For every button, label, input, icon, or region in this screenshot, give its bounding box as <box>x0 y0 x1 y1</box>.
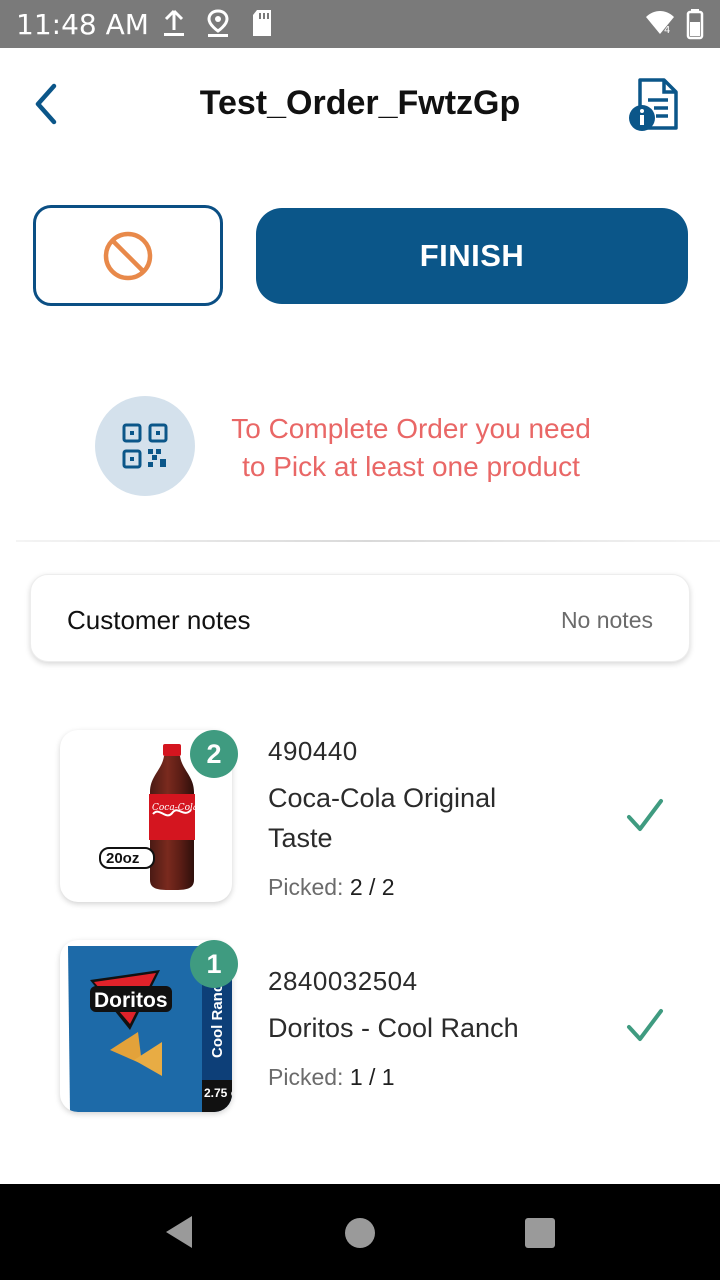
svg-text:Coca-Cola: Coca-Cola <box>152 803 198 813</box>
cancel-order-button[interactable] <box>33 205 223 306</box>
product-name-line-1: Coca-Cola Original <box>268 783 497 813</box>
nav-back-icon[interactable] <box>162 1214 194 1250</box>
section-divider <box>16 540 720 542</box>
product-sku: 490440 <box>268 736 358 766</box>
check-icon <box>627 1009 663 1041</box>
warning-line-2: to Pick at least one product <box>242 451 580 482</box>
upload-icon <box>164 9 184 36</box>
quantity-badge: 2 <box>190 730 238 778</box>
product-row[interactable]: Doritos Cool Ranch 2.75 oz 1 2840032504 … <box>0 940 720 1120</box>
nav-recents-icon[interactable] <box>524 1217 556 1249</box>
sd-card-icon <box>253 10 271 36</box>
product-name-line-2: Taste <box>268 823 333 853</box>
order-info-button[interactable] <box>622 72 686 136</box>
status-bar: 11:48 AM 4 <box>0 0 720 48</box>
location-icon <box>207 9 229 37</box>
product-name: Doritos - Cool Ranch <box>268 1008 588 1048</box>
bag-size-label: 2.75 oz <box>204 1086 232 1100</box>
customer-notes-label: Customer notes <box>67 605 251 635</box>
customer-notes-value: No notes <box>560 607 653 633</box>
picked-status: Picked: 2 / 2 <box>268 874 395 901</box>
pick-warning-text: To Complete Order you need to Pick at le… <box>196 410 626 486</box>
picked-status: Picked: 1 / 1 <box>268 1064 395 1091</box>
quantity-badge: 1 <box>190 940 238 988</box>
wifi-icon: 4 <box>646 11 674 36</box>
picked-label: Picked: <box>268 1064 344 1090</box>
product-name: Coca-Cola Original Taste <box>268 778 588 858</box>
warning-line-1: To Complete Order you need <box>231 413 591 444</box>
bag-brand-label: Doritos <box>94 989 168 1012</box>
customer-notes-card[interactable]: Customer notes No notes <box>30 574 690 662</box>
chevron-left-icon <box>35 83 57 125</box>
qr-code-icon <box>122 423 168 469</box>
product-sku: 2840032504 <box>268 966 418 996</box>
nav-home-icon[interactable] <box>344 1217 376 1249</box>
finish-button[interactable]: FINISH <box>256 208 688 304</box>
product-name-line-1: Doritos - Cool Ranch <box>268 1013 519 1043</box>
product-row[interactable]: Coca-Cola 20oz 2 490440 Coca-Cola Origin… <box>0 730 720 910</box>
svg-text:4: 4 <box>664 25 670 36</box>
block-icon <box>103 231 153 280</box>
picked-count: 1 / 1 <box>349 1064 395 1090</box>
scan-button[interactable] <box>95 396 195 496</box>
picked-label: Picked: <box>268 874 344 900</box>
page-title: Test_Order_FwtzGp <box>199 84 521 122</box>
back-button[interactable] <box>24 80 72 128</box>
check-icon <box>627 799 663 831</box>
bottle-size-label: 20oz <box>106 850 139 867</box>
battery-icon <box>686 9 704 40</box>
document-info-icon <box>629 78 678 131</box>
system-nav-bar <box>0 1184 720 1280</box>
status-time: 11:48 AM <box>16 8 149 41</box>
picked-count: 2 / 2 <box>349 874 395 900</box>
